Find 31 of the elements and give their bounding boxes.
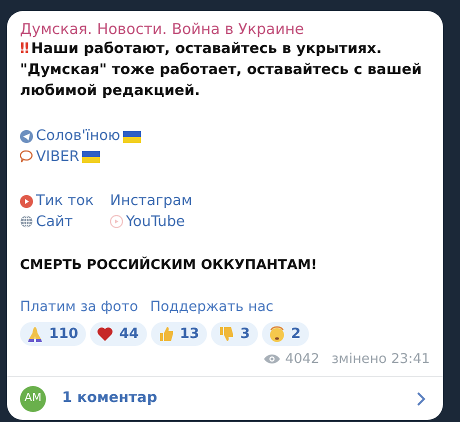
face-icon [268, 325, 286, 344]
reaction-button[interactable]: 3 [211, 322, 258, 346]
speech-bubble-icon [20, 150, 33, 164]
globe-icon [20, 215, 33, 228]
chevron-right-icon [416, 390, 426, 406]
social-link[interactable]: Тик ток [36, 191, 94, 212]
social-link[interactable]: Сайт [36, 212, 73, 232]
social-link[interactable]: Инстаграм [110, 191, 192, 212]
view-count: 4042 [285, 350, 320, 370]
comments-link[interactable]: 1 коментар [62, 388, 158, 410]
message-text: ‼Наши работают, оставайтесь в укрытиях. "Думская" тоже работает, оставайтесь с вашей любимой редакцией. [20, 40, 423, 101]
thumbs-down-icon [217, 325, 236, 344]
telegram-icon [20, 130, 33, 143]
praying-hands-icon [26, 325, 44, 344]
reaction-button[interactable]: 44 [90, 322, 147, 346]
channel-link[interactable]: Солов'їною [36, 126, 120, 146]
play-icon [20, 194, 33, 208]
channel-link[interactable]: VIBER [36, 146, 80, 167]
play-icon [110, 215, 123, 228]
edited-time: змінено 23:41 [331, 350, 430, 370]
reaction-button[interactable]: 2 [262, 322, 309, 346]
heart-icon [96, 325, 114, 344]
social-link[interactable]: YouTube [126, 212, 185, 232]
inline-button[interactable]: Платим за фото [20, 297, 138, 318]
reaction-button[interactable]: 110 [20, 322, 86, 346]
reaction-button[interactable]: 13 [150, 322, 208, 346]
avatar: AM [20, 386, 46, 412]
channel-name[interactable]: Думская. Новости. Война в Украине [20, 19, 430, 39]
eye-icon [263, 353, 282, 366]
inline-button[interactable]: Поддержать нас [150, 297, 274, 318]
slogan-text: СМЕРТЬ РОССИЙСКИМ ОККУПАНТАМ! [20, 256, 318, 275]
